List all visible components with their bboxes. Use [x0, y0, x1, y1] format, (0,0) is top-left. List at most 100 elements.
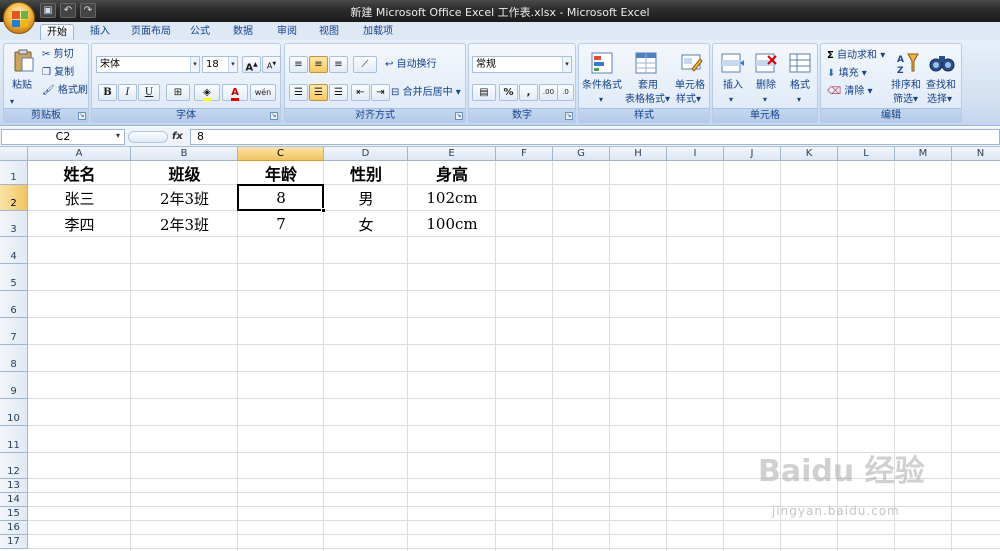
tab-0[interactable]: 开始 [40, 24, 74, 40]
column-header-K[interactable]: K [781, 147, 838, 161]
format-as-table-icon[interactable] [629, 48, 663, 78]
row-header-14[interactable]: 14 [0, 493, 28, 507]
align-left-button[interactable]: ☰ [289, 84, 308, 101]
delete-cells-button[interactable]: 删除 [756, 80, 776, 92]
row-header-13[interactable]: 13 [0, 479, 28, 493]
conditional-dropdown-icon[interactable]: ▾ [599, 94, 603, 106]
paste-dropdown-icon[interactable]: ▾ [10, 96, 14, 108]
underline-button[interactable]: U [138, 84, 160, 101]
align-center-button[interactable]: ☰ [309, 84, 328, 101]
fill-color-button[interactable]: ◈ [194, 84, 220, 101]
decrease-decimal-button[interactable]: .0 [557, 84, 574, 101]
tab-4[interactable]: 数据 [226, 24, 260, 40]
delete-dropdown-icon[interactable]: ▾ [763, 94, 767, 106]
column-header-C[interactable]: C [238, 147, 324, 161]
phonetic-button[interactable]: wén [250, 84, 276, 101]
cut-button[interactable]: ✂ 剪切 [42, 49, 74, 61]
find-select-icon[interactable] [925, 48, 959, 78]
format-painter-button[interactable]: 🖌 格式刷 [42, 85, 88, 97]
row-header-16[interactable]: 16 [0, 521, 28, 535]
clear-button[interactable]: ⌫ 清除 ▾ [827, 86, 873, 98]
format-dropdown-icon[interactable]: ▾ [797, 94, 801, 106]
sort-filter-label[interactable]: 排序和 [891, 80, 921, 92]
bold-button[interactable]: B [98, 84, 117, 101]
copy-button[interactable]: ❐ 复制 [42, 67, 74, 79]
font-launcher-icon[interactable]: ↘ [270, 112, 278, 120]
autosum-button[interactable]: Σ 自动求和 ▾ [827, 50, 885, 62]
cell-styles-icon[interactable] [675, 48, 709, 78]
cell-grid[interactable]: 姓名 班级 年龄 性别 身高 张三 2年3班 8 男 102cm 李四 2年3班 7 女 100cm [28, 161, 1000, 551]
column-header-M[interactable]: M [895, 147, 952, 161]
delete-cells-icon[interactable] [749, 48, 783, 78]
increase-indent-button[interactable]: ⇥ [371, 84, 390, 101]
column-header-N[interactable]: N [952, 147, 1000, 161]
align-right-button[interactable]: ☰ [329, 84, 348, 101]
orientation-button[interactable]: ⟋ [353, 56, 377, 73]
insert-cells-icon[interactable] [715, 48, 749, 78]
number-launcher-icon[interactable]: ↘ [565, 112, 573, 120]
column-header-H[interactable]: H [610, 147, 667, 161]
currency-button[interactable]: ▤ [472, 84, 496, 101]
column-header-D[interactable]: D [324, 147, 408, 161]
format-as-table-label[interactable]: 套用 [638, 80, 658, 92]
table-cell[interactable]: 2年3班 [131, 211, 238, 237]
insert-function-button[interactable]: fx [172, 129, 186, 145]
row-header-7[interactable]: 7 [0, 318, 28, 345]
conditional-formatting-button[interactable]: 条件格式 [582, 80, 622, 92]
insert-dropdown-icon[interactable]: ▾ [729, 94, 733, 106]
tab-3[interactable]: 公式 [186, 24, 214, 40]
table-cell[interactable]: 102cm [408, 185, 496, 211]
paste-icon[interactable] [7, 48, 41, 74]
merge-center-button[interactable]: ⊟ 合并后居中 ▾ [391, 87, 461, 99]
italic-button[interactable]: I [118, 84, 137, 101]
font-size-select[interactable]: 18 ▾ [202, 56, 238, 73]
row-header-2[interactable]: 2 [0, 185, 28, 211]
name-box-dropdown-icon[interactable]: ▾ [116, 131, 120, 140]
format-cells-icon[interactable] [783, 48, 817, 78]
row-header-15[interactable]: 15 [0, 507, 28, 521]
row-header-11[interactable]: 11 [0, 426, 28, 453]
name-box[interactable]: C2 [1, 129, 125, 145]
table-cell[interactable]: 男 [324, 185, 408, 211]
row-header-1[interactable]: 1 [0, 161, 28, 185]
decrease-indent-button[interactable]: ⇤ [351, 84, 370, 101]
tab-5[interactable]: 审阅 [272, 24, 302, 40]
alignment-launcher-icon[interactable]: ↘ [455, 112, 463, 120]
row-header-5[interactable]: 5 [0, 264, 28, 291]
row-header-6[interactable]: 6 [0, 291, 28, 318]
column-header-F[interactable]: F [496, 147, 553, 161]
tab-6[interactable]: 视图 [314, 24, 344, 40]
format-cells-button[interactable]: 格式 [790, 80, 810, 92]
row-header-4[interactable]: 4 [0, 237, 28, 264]
align-top-button[interactable]: ≡ [289, 56, 308, 73]
row-header-17[interactable]: 17 [0, 535, 28, 549]
row-header-12[interactable]: 12 [0, 453, 28, 479]
row-header-10[interactable]: 10 [0, 399, 28, 426]
grow-font-button[interactable]: A▲ [242, 56, 261, 73]
row-header-9[interactable]: 9 [0, 372, 28, 399]
tab-7[interactable]: 加载项 [358, 24, 398, 40]
column-header-B[interactable]: B [131, 147, 238, 161]
find-select-label[interactable]: 查找和 [926, 80, 956, 92]
paste-button[interactable]: 粘贴 [12, 80, 32, 92]
header-cell[interactable]: 性别 [324, 161, 408, 185]
fill-handle[interactable] [321, 208, 326, 213]
font-color-button[interactable]: A [222, 84, 248, 101]
tab-1[interactable]: 插入 [86, 24, 114, 40]
table-cell[interactable]: 女 [324, 211, 408, 237]
office-button[interactable] [3, 2, 35, 34]
column-header-A[interactable]: A [28, 147, 131, 161]
number-format-select[interactable]: 常规 ▾ [472, 56, 572, 73]
sort-filter-icon[interactable]: AZ [891, 48, 925, 78]
conditional-formatting-icon[interactable] [585, 48, 619, 78]
sort-filter-button[interactable]: 筛选▾ [893, 94, 918, 106]
formula-bar-resize-handle[interactable] [128, 131, 168, 143]
insert-cells-button[interactable]: 插入 [723, 80, 743, 92]
find-select-button[interactable]: 选择▾ [927, 94, 952, 106]
tab-2[interactable]: 页面布局 [128, 24, 174, 40]
comma-button[interactable]: , [519, 84, 538, 101]
format-as-table-button[interactable]: 表格格式▾ [625, 94, 670, 106]
align-middle-button[interactable]: ≡ [309, 56, 328, 73]
header-cell[interactable]: 班级 [131, 161, 238, 185]
row-header-8[interactable]: 8 [0, 345, 28, 372]
